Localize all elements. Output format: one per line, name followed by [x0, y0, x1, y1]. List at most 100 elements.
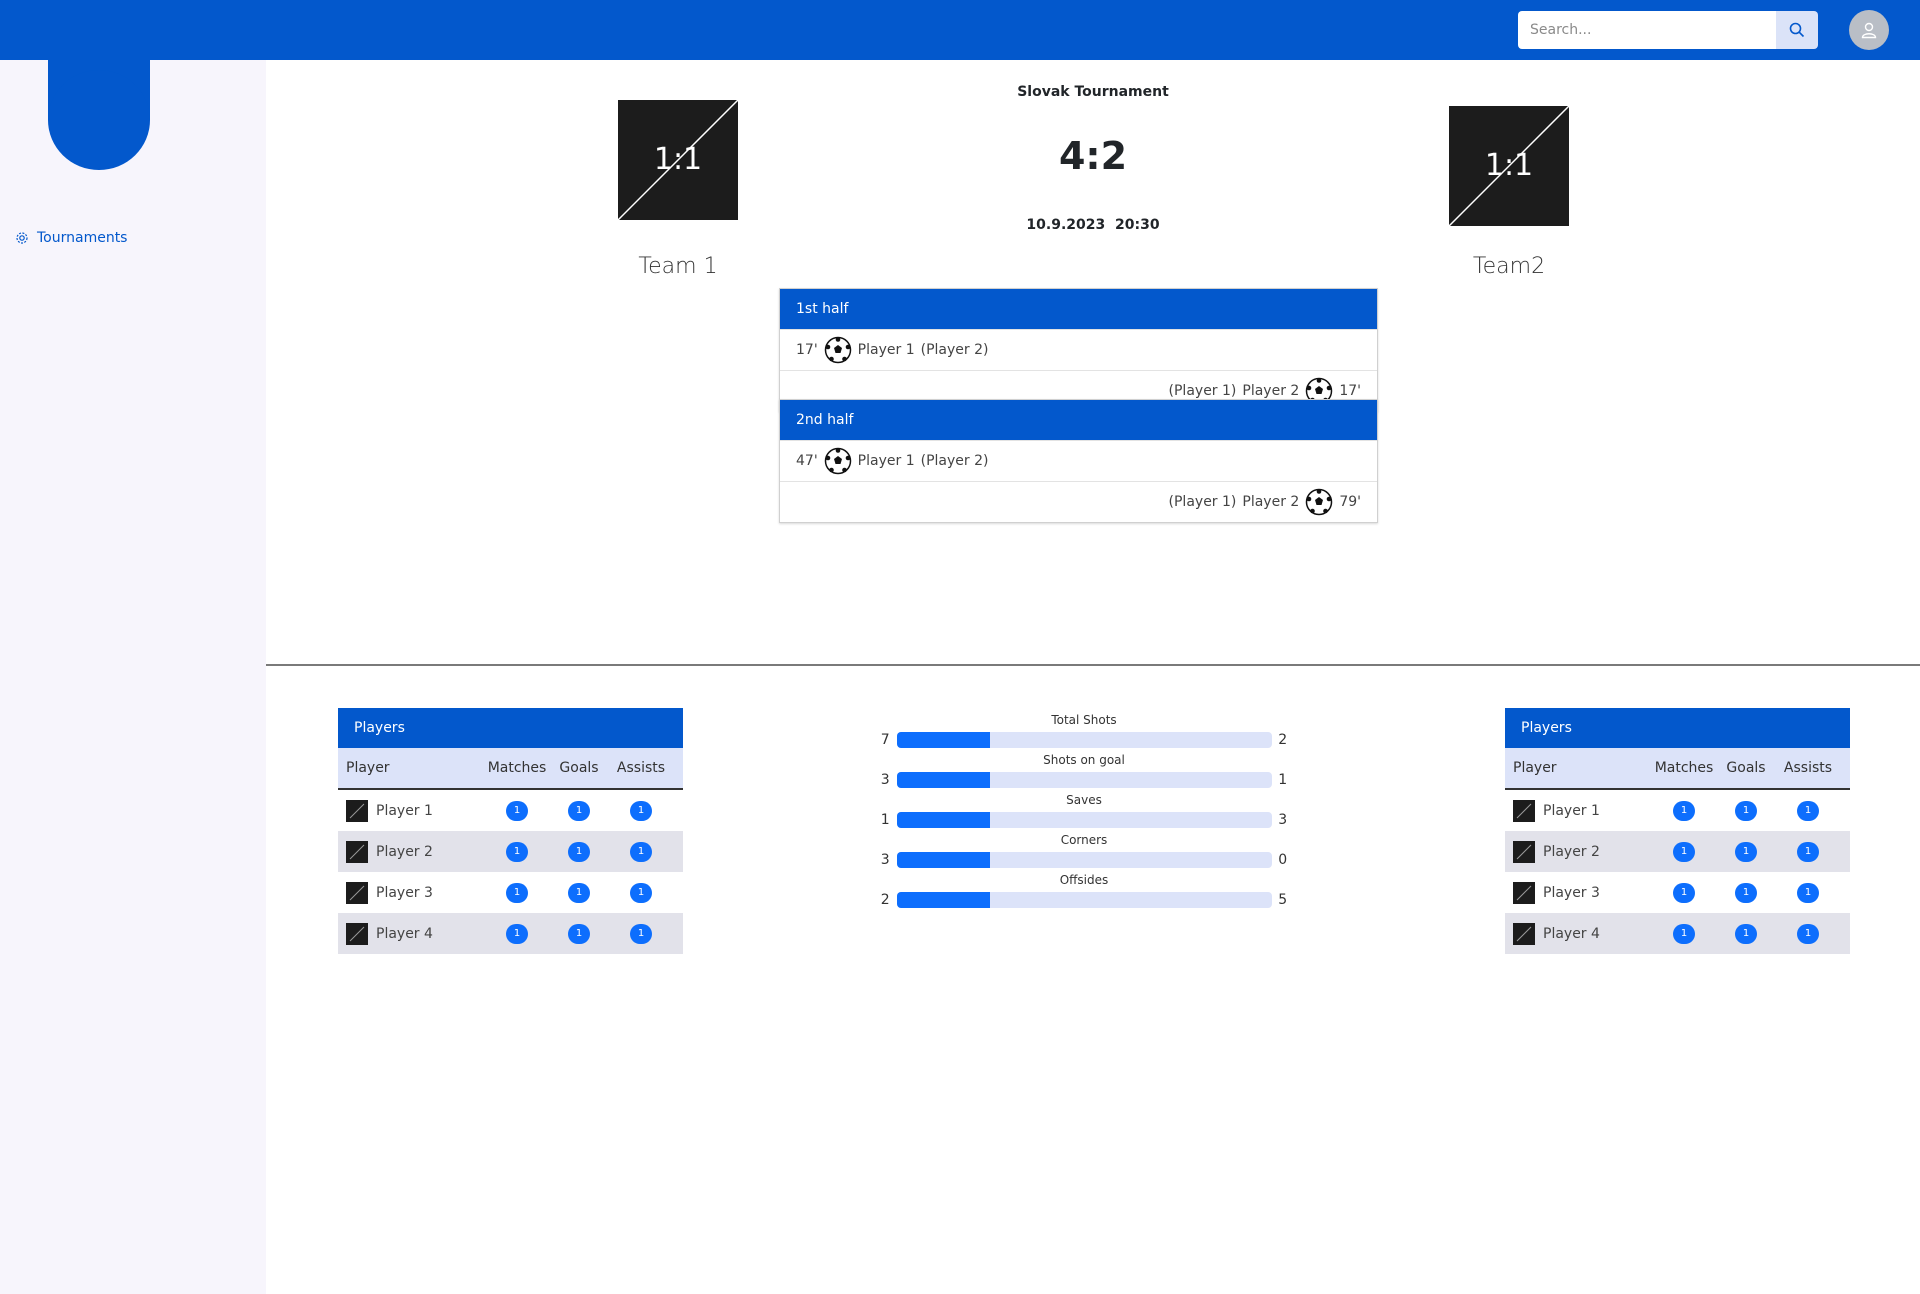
col-player: Player [1513, 760, 1557, 776]
stat-home-value: 3 [880, 852, 890, 868]
stat-away-value: 1 [1278, 772, 1288, 788]
goals-cell: 1 [1715, 923, 1777, 944]
stat-home-value: 3 [880, 772, 890, 788]
matches-badge: 1 [506, 882, 528, 903]
goals-cell: 1 [548, 923, 610, 944]
table-row[interactable]: Player 4 1 1 1 [1505, 913, 1850, 954]
user-icon [1861, 22, 1877, 39]
player-name[interactable]: Player 1 [376, 803, 433, 819]
stat-label: Total Shots [1051, 713, 1117, 727]
table-row[interactable]: Player 1 1 1 1 [1505, 790, 1850, 831]
player-name[interactable]: Player 2 [376, 844, 433, 860]
players-table-title: Players [1505, 708, 1850, 748]
matches-cell: 1 [486, 923, 548, 944]
player-avatar [1513, 881, 1535, 904]
table-row[interactable]: Player 3 1 1 1 [1505, 872, 1850, 913]
players-table-title: Players [338, 708, 683, 748]
stat-bar [896, 732, 1272, 748]
event-minute: 17' [796, 342, 818, 358]
sidebar-item-tournaments[interactable]: Tournaments [15, 230, 127, 246]
player-name[interactable]: Player 4 [376, 926, 433, 942]
stat-bar-fill [896, 812, 991, 828]
goals-badge: 1 [568, 923, 590, 944]
event-assist[interactable]: (Player 2) [921, 342, 989, 358]
goal-event: (Player 1) Player 2 79' [780, 481, 1377, 522]
player-avatar [346, 799, 368, 822]
search-box [1518, 11, 1818, 49]
player-avatar [346, 881, 368, 904]
assists-cell: 1 [610, 800, 672, 821]
stat-away-value: 5 [1278, 892, 1288, 908]
soccer-ball-icon [824, 447, 851, 475]
stat-row: Offsides 2 5 [874, 873, 1294, 913]
logo[interactable] [48, 70, 150, 170]
assists-cell: 1 [610, 882, 672, 903]
stat-bar-row: 25 [874, 887, 1294, 913]
table-row[interactable]: Player 3 1 1 1 [338, 872, 683, 913]
away-team-name[interactable]: Team2 [1449, 254, 1569, 279]
event-minute: 17' [1339, 383, 1361, 399]
players-table-header: Player Matches Goals Assists [1505, 748, 1850, 790]
main-content: 1:1 Team 1 Slovak Tournament 4:2 10.9.20… [266, 60, 1920, 1294]
table-row[interactable]: Player 1 1 1 1 [338, 790, 683, 831]
assists-badge: 1 [630, 800, 652, 821]
stat-bar-row: 13 [874, 807, 1294, 833]
search-input[interactable] [1518, 11, 1776, 49]
search-button[interactable] [1776, 11, 1818, 49]
event-scorer[interactable]: Player 1 [858, 453, 915, 469]
assists-cell: 1 [610, 841, 672, 862]
player-name[interactable]: Player 4 [1543, 926, 1600, 942]
match-datetime: 10.9.2023 20:30 [266, 217, 1920, 233]
soccer-ball-icon [824, 336, 851, 364]
home-team: 1:1 Team 1 [618, 100, 738, 279]
player-name[interactable]: Player 2 [1543, 844, 1600, 860]
stat-away-value: 0 [1278, 852, 1288, 868]
assists-cell: 1 [610, 923, 672, 944]
event-assist[interactable]: (Player 1) [1169, 383, 1237, 399]
player-cell: Player 1 [1513, 799, 1653, 822]
stat-label: Corners [1060, 833, 1108, 847]
player-avatar [346, 840, 368, 863]
event-assist[interactable]: (Player 2) [921, 453, 989, 469]
stat-row: Corners 3 0 [874, 833, 1294, 873]
table-row[interactable]: Player 2 1 1 1 [1505, 831, 1850, 872]
assists-badge: 1 [1797, 882, 1819, 903]
event-scorer[interactable]: Player 2 [1242, 494, 1299, 510]
matches-badge: 1 [1673, 841, 1695, 862]
match-date: 10.9.2023 [1026, 217, 1106, 233]
home-team-name[interactable]: Team 1 [618, 254, 738, 279]
away-team-logo: 1:1 [1449, 106, 1569, 226]
goals-badge: 1 [568, 841, 590, 862]
player-avatar [1513, 799, 1535, 822]
player-name[interactable]: Player 1 [1543, 803, 1600, 819]
assists-cell: 1 [1777, 923, 1839, 944]
goals-cell: 1 [1715, 800, 1777, 821]
player-cell: Player 3 [1513, 881, 1653, 904]
stat-home-value: 7 [880, 732, 890, 748]
goals-badge: 1 [1735, 882, 1757, 903]
player-name[interactable]: Player 3 [1543, 885, 1600, 901]
player-cell: Player 4 [1513, 922, 1653, 945]
stat-bar [896, 772, 1272, 788]
goal-event: 47' Player 1 (Player 2) [780, 440, 1377, 481]
stat-bar-row: 30 [874, 847, 1294, 873]
player-cell: Player 4 [346, 922, 486, 945]
stat-row: Total Shots 7 2 [874, 713, 1294, 753]
col-goals: Goals [559, 760, 599, 776]
player-cell: Player 2 [346, 840, 486, 863]
user-avatar[interactable] [1849, 10, 1889, 50]
event-minute: 47' [796, 453, 818, 469]
stat-bar-fill [896, 852, 991, 868]
table-row[interactable]: Player 2 1 1 1 [338, 831, 683, 872]
tournament-name: Slovak Tournament [1017, 84, 1169, 100]
col-assists: Assists [1783, 760, 1833, 776]
event-scorer[interactable]: Player 2 [1242, 383, 1299, 399]
player-avatar [1513, 840, 1535, 863]
players-table-header: Player Matches Goals Assists [338, 748, 683, 790]
table-row[interactable]: Player 4 1 1 1 [338, 913, 683, 954]
matches-cell: 1 [1653, 882, 1715, 903]
stat-bar [896, 852, 1272, 868]
player-name[interactable]: Player 3 [376, 885, 433, 901]
event-assist[interactable]: (Player 1) [1169, 494, 1237, 510]
event-scorer[interactable]: Player 1 [858, 342, 915, 358]
